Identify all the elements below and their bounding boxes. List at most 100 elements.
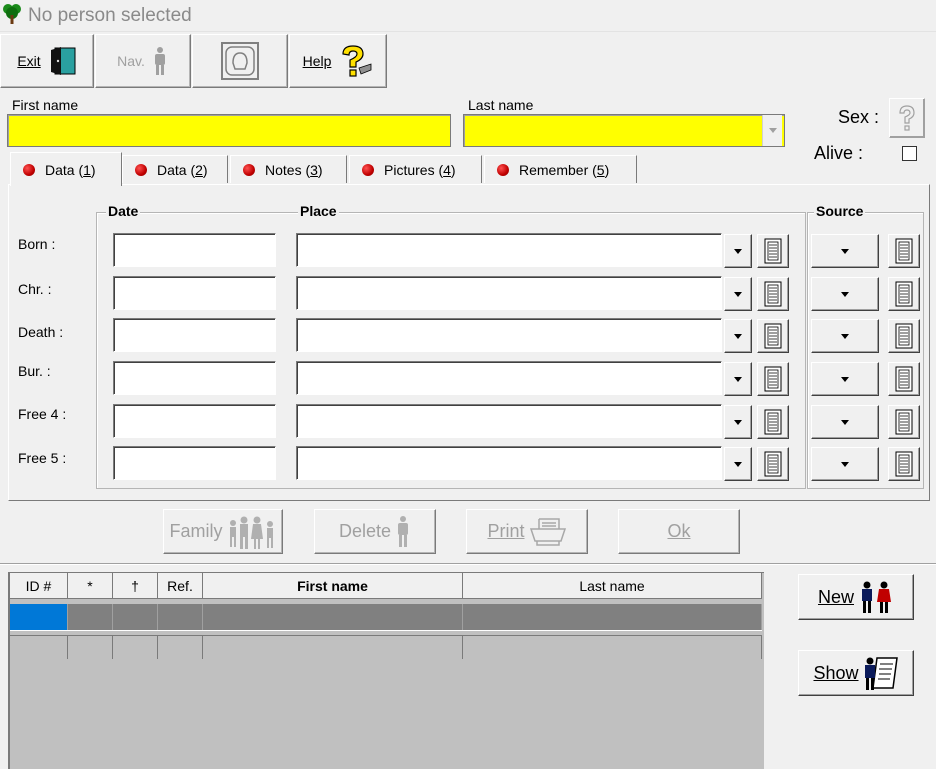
red-dot-icon [497, 163, 509, 176]
source-notes-button[interactable] [888, 277, 920, 311]
tab-pictures[interactable]: Pictures (4) [349, 155, 482, 183]
grid-cell[interactable] [203, 636, 463, 659]
grid-cell[interactable] [113, 636, 158, 659]
date-input[interactable] [113, 361, 276, 395]
date-input[interactable] [113, 404, 276, 438]
source-dropdown-button[interactable] [811, 319, 879, 353]
person-with-list-icon [864, 657, 898, 690]
tab-label: Pictures (4) [384, 162, 456, 178]
tab-label-suffix: ) [450, 161, 456, 178]
sex-button[interactable] [889, 98, 925, 138]
source-notes-button[interactable] [888, 362, 920, 396]
grid-cell[interactable] [158, 604, 203, 630]
tab-data-2[interactable]: Data (2) [122, 155, 228, 183]
person-icon [154, 47, 165, 75]
title-bar: No person selected [0, 0, 936, 32]
tab-label-text: Remember ( [519, 161, 597, 178]
place-dropdown-button[interactable] [724, 405, 752, 439]
portrait-button[interactable] [192, 34, 288, 88]
grid-cell[interactable] [158, 636, 203, 659]
place-input[interactable] [296, 318, 722, 352]
ok-button[interactable]: Ok [618, 509, 740, 554]
place-notes-button[interactable] [757, 319, 789, 353]
alive-checkbox[interactable] [902, 146, 917, 161]
tab-remember[interactable]: Remember (5) [484, 155, 637, 183]
place-input[interactable] [296, 446, 722, 480]
new-button[interactable]: New [798, 574, 914, 620]
table-row[interactable] [10, 635, 762, 659]
column-header[interactable]: Last name [463, 573, 762, 599]
source-dropdown-button[interactable] [811, 277, 879, 311]
red-dot-icon [135, 163, 147, 176]
door-icon [48, 47, 76, 75]
date-input[interactable] [113, 446, 276, 480]
table-row[interactable] [10, 604, 762, 631]
print-label: Print [487, 521, 525, 541]
place-notes-button[interactable] [757, 277, 789, 311]
family-icon [229, 516, 273, 549]
grid-cell[interactable] [68, 636, 113, 659]
place-notes-button[interactable] [757, 405, 789, 439]
tab-label: Data (1) [45, 162, 96, 178]
first-name-input[interactable] [7, 114, 451, 147]
chevron-down-icon [734, 376, 742, 382]
source-notes-button[interactable] [888, 319, 920, 353]
place-dropdown-button[interactable] [724, 319, 752, 353]
tab-label-suffix: ) [317, 161, 323, 178]
place-notes-button[interactable] [757, 234, 789, 268]
tab-notes[interactable]: Notes (3) [230, 155, 347, 183]
source-dropdown-button[interactable] [811, 447, 879, 481]
grid-cell[interactable] [463, 636, 762, 659]
grid-cell[interactable] [10, 604, 68, 630]
date-input[interactable] [113, 233, 276, 267]
notes-icon [764, 238, 782, 264]
column-header[interactable]: Ref. [158, 573, 203, 599]
place-input[interactable] [296, 361, 722, 395]
column-header[interactable]: ID # [10, 573, 68, 599]
print-button[interactable]: Print [466, 509, 588, 554]
show-button[interactable]: Show [798, 650, 914, 696]
source-notes-button[interactable] [888, 405, 920, 439]
grid-cell[interactable] [68, 604, 113, 630]
last-name-dropdown-button[interactable] [762, 115, 782, 146]
tab-data-1[interactable]: Data (1) [10, 152, 122, 186]
source-notes-button[interactable] [888, 234, 920, 268]
grid-cell[interactable] [113, 604, 158, 630]
tab-label-suffix: ) [90, 161, 96, 178]
place-dropdown-button[interactable] [724, 447, 752, 481]
place-dropdown-button[interactable] [724, 234, 752, 268]
place-notes-button[interactable] [757, 362, 789, 396]
notes-icon [764, 323, 782, 349]
help-button[interactable]: Help [289, 34, 387, 88]
column-header[interactable]: * [68, 573, 113, 599]
source-dropdown-button[interactable] [811, 405, 879, 439]
red-dot-icon [362, 163, 374, 176]
place-dropdown-button[interactable] [724, 277, 752, 311]
delete-label: Delete [338, 521, 392, 541]
place-notes-button[interactable] [757, 447, 789, 481]
exit-button[interactable]: Exit [0, 34, 94, 88]
tab-label-text: Notes ( [265, 161, 311, 178]
column-header[interactable]: First name [203, 573, 463, 599]
family-button[interactable]: Family [163, 509, 283, 554]
source-dropdown-button[interactable] [811, 362, 879, 396]
row-label: Bur. : [18, 363, 51, 379]
place-input[interactable] [296, 276, 722, 310]
place-input[interactable] [296, 404, 722, 438]
delete-button[interactable]: Delete [314, 509, 436, 554]
nav-button[interactable]: Nav. [95, 34, 191, 88]
place-dropdown-button[interactable] [724, 362, 752, 396]
last-name-combo[interactable] [463, 114, 785, 147]
grid-cell[interactable] [463, 604, 762, 630]
person-grid[interactable]: ID # * † Ref. First name Last name [8, 572, 764, 769]
date-header: Date [106, 203, 141, 219]
grid-cell[interactable] [203, 604, 463, 630]
column-header[interactable]: † [113, 573, 158, 599]
place-input[interactable] [296, 233, 722, 267]
source-dropdown-button[interactable] [811, 234, 879, 268]
grid-cell[interactable] [10, 636, 68, 659]
tab-hotkey: 4 [443, 161, 451, 178]
source-notes-button[interactable] [888, 447, 920, 481]
date-input[interactable] [113, 276, 276, 310]
date-input[interactable] [113, 318, 276, 352]
